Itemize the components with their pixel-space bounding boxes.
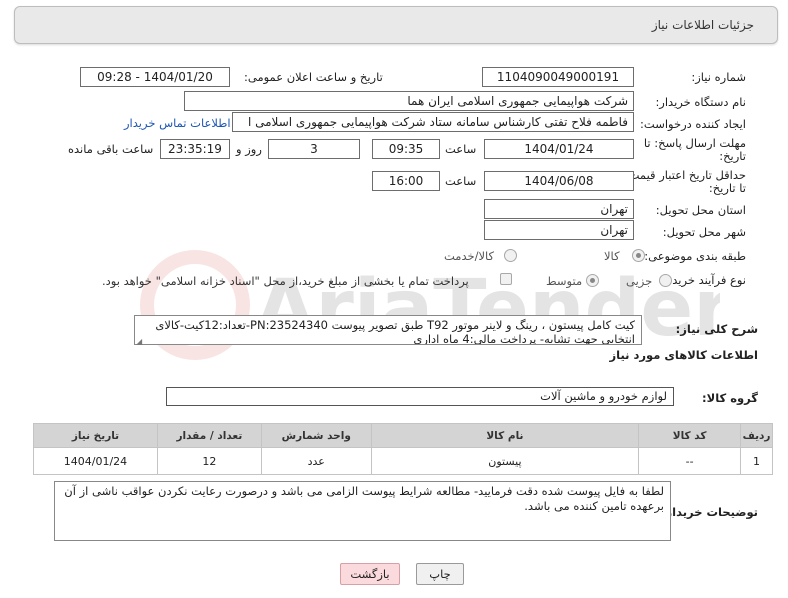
- goods-info-title: اطلاعات کالاهای مورد نیاز: [609, 348, 758, 362]
- remaining-time-label: ساعت باقی مانده: [68, 142, 154, 156]
- table-row[interactable]: 1 -- پیستون عدد 12 1404/01/24: [33, 447, 773, 475]
- category-goods-service-radio[interactable]: [504, 249, 517, 262]
- treasury-payment-checkbox[interactable]: [500, 273, 512, 285]
- buyer-org-label: نام دستگاه خریدار:: [655, 95, 746, 109]
- print-button[interactable]: چاپ: [416, 563, 464, 585]
- requester-label: ایجاد کننده درخواست:: [640, 117, 746, 131]
- category-goods-service-label: کالا/خدمت: [444, 249, 495, 263]
- goods-table: ردیف کد کالا نام کالا واحد شمارش تعداد /…: [33, 423, 773, 475]
- reply-deadline-label-line2: تاریخ:: [719, 149, 746, 163]
- delivery-province-label: استان محل تحویل:: [655, 203, 746, 217]
- treasury-payment-note: پرداخت تمام یا بخشی از مبلغ خرید،از محل …: [102, 274, 469, 288]
- description-textarea[interactable]: کیت کامل پیستون ، رینگ و لاینر موتور T92…: [134, 315, 642, 345]
- reply-deadline-date-field: 1404/01/24: [484, 139, 634, 159]
- reply-deadline-label-line1: مهلت ارسال پاسخ: تا: [643, 136, 746, 150]
- buyer-org-field: شرکت هواپیمایی جمهوری اسلامی ایران هما: [184, 91, 634, 111]
- announce-datetime-field: 1404/01/20 - 09:28: [80, 67, 230, 87]
- remaining-time-field: 23:35:19: [160, 139, 230, 159]
- col-header-row-number: ردیف: [740, 423, 773, 448]
- reply-days-field: 3: [268, 139, 360, 159]
- announce-datetime-label: تاریخ و ساعت اعلان عمومی:: [244, 70, 383, 84]
- col-header-quantity: تعداد / مقدار: [156, 423, 262, 448]
- page-title: جزئیات اطلاعات نیاز: [651, 18, 754, 32]
- purchase-type-minor-radio[interactable]: [659, 274, 672, 287]
- cell-unit: عدد: [260, 447, 372, 475]
- price-validity-time-field: 16:00: [372, 171, 440, 191]
- cell-row-number: 1: [740, 447, 773, 475]
- reply-deadline-time-label: ساعت: [445, 142, 477, 156]
- buyer-notes-textarea[interactable]: لطفا به فایل پیوست شده دقت فرمایید- مطال…: [54, 481, 671, 541]
- price-validity-label-line1: حداقل تاریخ اعتبار قیمت:: [624, 168, 746, 182]
- need-number-field: 1104090049000191: [482, 67, 634, 87]
- need-number-label: شماره نیاز:: [691, 70, 746, 84]
- col-header-unit: واحد شمارش: [260, 423, 372, 448]
- category-goods-radio[interactable]: [632, 249, 645, 262]
- goods-group-field: لوازم خودرو و ماشین آلات: [166, 387, 674, 406]
- reply-deadline-time-field: 09:35: [372, 139, 440, 159]
- cell-need-date: 1404/01/24: [33, 447, 158, 475]
- requester-field: فاطمه فلاح تفتی کارشناس سامانه ستاد شرکت…: [232, 112, 634, 132]
- delivery-city-field: تهران: [484, 220, 634, 240]
- purchase-type-medium-radio[interactable]: [586, 274, 599, 287]
- goods-table-header-row: ردیف کد کالا نام کالا واحد شمارش تعداد /…: [33, 423, 773, 448]
- buyer-notes-label: توضیحات خریدار:: [660, 505, 758, 519]
- category-label: طبقه بندی موضوعی:: [644, 249, 746, 263]
- category-goods-label: کالا: [604, 249, 620, 263]
- price-validity-date-field: 1404/06/08: [484, 171, 634, 191]
- delivery-city-label: شهر محل تحویل:: [662, 225, 746, 239]
- cell-goods-code: --: [638, 447, 742, 475]
- cell-goods-name: پیستون: [370, 447, 640, 475]
- col-header-goods-code: کد کالا: [638, 423, 742, 448]
- buyer-contact-link[interactable]: اطلاعات تماس خریدار: [124, 116, 231, 130]
- delivery-province-field: تهران: [484, 199, 634, 219]
- price-validity-label-line2: تا تاریخ:: [708, 181, 746, 195]
- description-label: شرح کلی نیاز:: [675, 322, 758, 336]
- purchase-type-minor-label: جزیی: [626, 274, 653, 288]
- col-header-need-date: تاریخ نیاز: [33, 423, 158, 448]
- purchase-type-medium-label: متوسط: [546, 274, 583, 288]
- purchase-type-label: نوع فرآیند خرید :: [664, 273, 746, 287]
- price-validity-time-label: ساعت: [445, 174, 477, 188]
- col-header-goods-name: نام کالا: [370, 423, 640, 448]
- back-button[interactable]: بازگشت: [340, 563, 400, 585]
- goods-group-label: گروه کالا:: [702, 391, 758, 405]
- reply-days-label: روز و: [236, 142, 262, 156]
- resize-handle-icon[interactable]: ◢: [136, 337, 142, 346]
- cell-quantity: 12: [156, 447, 262, 475]
